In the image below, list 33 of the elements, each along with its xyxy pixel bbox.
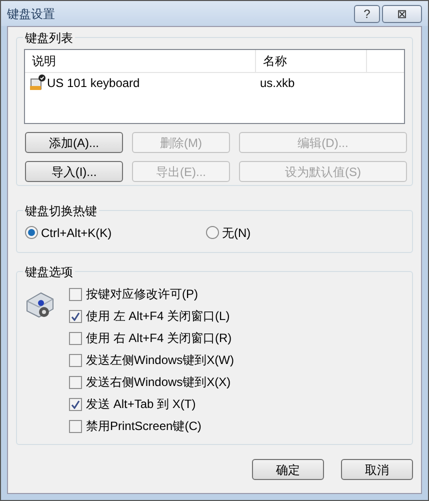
close-button[interactable]: ⊠	[382, 4, 422, 22]
list-row[interactable]: US 101 keyboard us.xkb	[25, 73, 404, 93]
column-header[interactable]: 说明	[25, 50, 256, 72]
checkbox-option[interactable]: 发送右侧Windows键到X(X)	[69, 374, 234, 390]
help-button[interactable]: ?	[354, 4, 380, 22]
keyboard-description: US 101 keyboard	[47, 75, 140, 92]
checkbox-option[interactable]: 按键对应修改许可(P)	[69, 286, 234, 302]
checkbox-option[interactable]: 使用 右 Alt+F4 关闭窗口(R)	[69, 330, 234, 346]
dialog-button[interactable]: 取消	[341, 459, 413, 480]
group-title: 键盘切换热键	[23, 202, 99, 220]
checkbox[interactable]	[69, 310, 82, 322]
column-header[interactable]: 名称	[256, 50, 367, 72]
checkbox-option[interactable]: 发送左侧Windows键到X(W)	[69, 352, 234, 368]
checkbox[interactable]	[69, 420, 82, 432]
checkbox[interactable]	[69, 288, 82, 300]
group-title: 键盘列表	[23, 29, 75, 47]
checkbox-option[interactable]: 发送 Alt+Tab 到 X(T)	[69, 396, 234, 412]
action-button[interactable]: 导入(I)...	[25, 161, 123, 182]
radio-option[interactable]: Ctrl+Alt+K(K)	[25, 224, 206, 242]
dialog-button[interactable]: 确定	[252, 459, 324, 480]
keyboard-file-name: us.xkb	[259, 75, 295, 92]
radio-button[interactable]	[206, 226, 219, 239]
checkbox[interactable]	[69, 354, 82, 366]
group-title: 键盘选项	[23, 263, 75, 281]
radio-button[interactable]	[25, 226, 38, 239]
window-title: 键盘设置	[7, 6, 56, 22]
checkbox[interactable]	[69, 376, 82, 388]
checkbox-option[interactable]: 禁用PrintScreen键(C)	[69, 418, 234, 434]
checkbox-option[interactable]: 使用 左 Alt+F4 关闭窗口(L)	[69, 308, 234, 324]
action-button[interactable]: 添加(A)...	[25, 132, 123, 153]
radio-option[interactable]: 无(N)	[206, 224, 251, 242]
checkbox[interactable]	[69, 332, 82, 344]
checkbox[interactable]	[69, 398, 82, 410]
